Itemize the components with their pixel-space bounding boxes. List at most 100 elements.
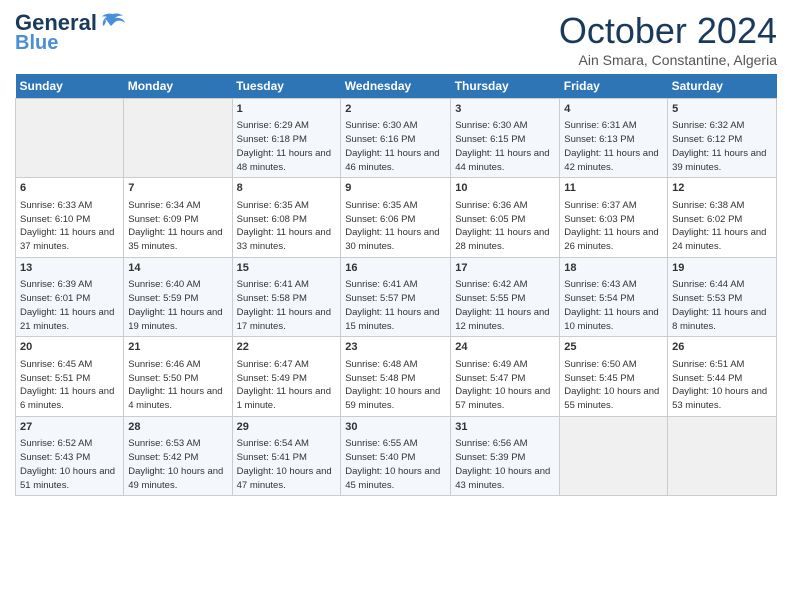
calendar-cell: 30Sunrise: 6:55 AM Sunset: 5:40 PM Dayli… [341, 416, 451, 495]
calendar-cell: 13 Sunrise: 6:39 AM Sunset: 6:01 PM Dayli… [16, 257, 124, 336]
calendar-cell: 7 Sunrise: 6:34 AM Sunset: 6:09 PM Daylig… [124, 178, 232, 257]
calendar-cell: 25 Sunrise: 6:50 AM Sunset: 5:45 PM Dayli… [560, 337, 668, 416]
day-number: 30 [345, 420, 446, 435]
day-info: Sunrise: 6:35 AM Sunset: 6:08 PM Dayligh… [237, 199, 337, 254]
day-info: Sunrise: 6:50 AM Sunset: 5:45 PM Dayligh… [564, 358, 663, 413]
calendar-cell: 18 Sunrise: 6:43 AM Sunset: 5:54 PM Dayli… [560, 257, 668, 336]
col-tuesday: Tuesday [232, 74, 341, 99]
calendar-cell: 11 Sunrise: 6:37 AM Sunset: 6:03 PM Dayli… [560, 178, 668, 257]
day-info: Sunrise: 6:32 AM Sunset: 6:12 PM Dayligh… [672, 119, 772, 174]
page-header: General Blue October 2024 Ain Smara, Con… [15, 10, 777, 68]
calendar-cell: 4Sunrise: 6:31 AM Sunset: 6:13 PM Daylig… [560, 99, 668, 178]
day-number: 5 [672, 102, 772, 117]
day-number: 21 [128, 340, 227, 355]
day-number: 7 [128, 181, 227, 196]
day-info: Sunrise: 6:41 AM Sunset: 5:58 PM Dayligh… [237, 278, 337, 333]
day-info: Sunrise: 6:46 AM Sunset: 5:50 PM Dayligh… [128, 358, 227, 413]
day-info: Sunrise: 6:34 AM Sunset: 6:09 PM Dayligh… [128, 199, 227, 254]
day-number: 24 [455, 340, 555, 355]
calendar-week-row: 13 Sunrise: 6:39 AM Sunset: 6:01 PM Dayli… [16, 257, 777, 336]
calendar-cell [16, 99, 124, 178]
day-info: Sunrise: 6:29 AM Sunset: 6:18 PM Dayligh… [237, 119, 337, 174]
day-number: 9 [345, 181, 446, 196]
day-number: 19 [672, 261, 772, 276]
day-info: Sunrise: 6:33 AM Sunset: 6:10 PM Dayligh… [20, 199, 119, 254]
calendar-cell: 10 Sunrise: 6:36 AM Sunset: 6:05 PM Dayli… [451, 178, 560, 257]
day-info: Sunrise: 6:38 AM Sunset: 6:02 PM Dayligh… [672, 199, 772, 254]
calendar-cell: 31 Sunrise: 6:56 AM Sunset: 5:39 PM Dayli… [451, 416, 560, 495]
day-info: Sunrise: 6:37 AM Sunset: 6:03 PM Dayligh… [564, 199, 663, 254]
day-number: 18 [564, 261, 663, 276]
day-number: 29 [237, 420, 337, 435]
calendar-table: Sunday Monday Tuesday Wednesday Thursday… [15, 74, 777, 496]
col-sunday: Sunday [16, 74, 124, 99]
calendar-cell: 6 Sunrise: 6:33 AM Sunset: 6:10 PM Daylig… [16, 178, 124, 257]
day-number: 14 [128, 261, 227, 276]
day-number: 16 [345, 261, 446, 276]
calendar-cell: 22Sunrise: 6:47 AM Sunset: 5:49 PM Dayli… [232, 337, 341, 416]
month-title: October 2024 [559, 10, 777, 52]
calendar-cell: 5 Sunrise: 6:32 AM Sunset: 6:12 PM Daylig… [668, 99, 777, 178]
logo: General Blue [15, 10, 127, 55]
day-info: Sunrise: 6:52 AM Sunset: 5:43 PM Dayligh… [20, 437, 119, 492]
day-info: Sunrise: 6:54 AM Sunset: 5:41 PM Dayligh… [237, 437, 337, 492]
day-number: 10 [455, 181, 555, 196]
calendar-week-row: 20Sunrise: 6:45 AM Sunset: 5:51 PM Dayli… [16, 337, 777, 416]
calendar-cell: 20Sunrise: 6:45 AM Sunset: 5:51 PM Dayli… [16, 337, 124, 416]
day-info: Sunrise: 6:53 AM Sunset: 5:42 PM Dayligh… [128, 437, 227, 492]
day-info: Sunrise: 6:39 AM Sunset: 6:01 PM Dayligh… [20, 278, 119, 333]
col-thursday: Thursday [451, 74, 560, 99]
day-number: 8 [237, 181, 337, 196]
day-number: 4 [564, 102, 663, 117]
day-info: Sunrise: 6:36 AM Sunset: 6:05 PM Dayligh… [455, 199, 555, 254]
day-number: 28 [128, 420, 227, 435]
calendar-cell: 19 Sunrise: 6:44 AM Sunset: 5:53 PM Dayli… [668, 257, 777, 336]
calendar-cell: 1 Sunrise: 6:29 AM Sunset: 6:18 PM Daylig… [232, 99, 341, 178]
day-info: Sunrise: 6:49 AM Sunset: 5:47 PM Dayligh… [455, 358, 555, 413]
day-number: 22 [237, 340, 337, 355]
col-friday: Friday [560, 74, 668, 99]
day-info: Sunrise: 6:40 AM Sunset: 5:59 PM Dayligh… [128, 278, 227, 333]
calendar-cell: 16 Sunrise: 6:41 AM Sunset: 5:57 PM Dayli… [341, 257, 451, 336]
day-number: 15 [237, 261, 337, 276]
day-number: 13 [20, 261, 119, 276]
col-saturday: Saturday [668, 74, 777, 99]
calendar-cell: 23Sunrise: 6:48 AM Sunset: 5:48 PM Dayli… [341, 337, 451, 416]
day-number: 27 [20, 420, 119, 435]
calendar-cell [560, 416, 668, 495]
day-number: 25 [564, 340, 663, 355]
day-number: 11 [564, 181, 663, 196]
page-container: General Blue October 2024 Ain Smara, Con… [0, 0, 792, 501]
day-number: 26 [672, 340, 772, 355]
calendar-cell [124, 99, 232, 178]
day-number: 12 [672, 181, 772, 196]
day-info: Sunrise: 6:30 AM Sunset: 6:15 PM Dayligh… [455, 119, 555, 174]
calendar-cell: 27 Sunrise: 6:52 AM Sunset: 5:43 PM Dayli… [16, 416, 124, 495]
day-info: Sunrise: 6:41 AM Sunset: 5:57 PM Dayligh… [345, 278, 446, 333]
day-number: 6 [20, 181, 119, 196]
calendar-cell [668, 416, 777, 495]
day-info: Sunrise: 6:43 AM Sunset: 5:54 PM Dayligh… [564, 278, 663, 333]
title-section: October 2024 Ain Smara, Constantine, Alg… [559, 10, 777, 68]
calendar-cell: 24 Sunrise: 6:49 AM Sunset: 5:47 PM Dayli… [451, 337, 560, 416]
day-number: 3 [455, 102, 555, 117]
calendar-cell: 8 Sunrise: 6:35 AM Sunset: 6:08 PM Daylig… [232, 178, 341, 257]
calendar-cell: 28 Sunrise: 6:53 AM Sunset: 5:42 PM Dayli… [124, 416, 232, 495]
day-info: Sunrise: 6:42 AM Sunset: 5:55 PM Dayligh… [455, 278, 555, 333]
day-info: Sunrise: 6:56 AM Sunset: 5:39 PM Dayligh… [455, 437, 555, 492]
calendar-cell: 3 Sunrise: 6:30 AM Sunset: 6:15 PM Daylig… [451, 99, 560, 178]
day-info: Sunrise: 6:45 AM Sunset: 5:51 PM Dayligh… [20, 358, 119, 413]
day-info: Sunrise: 6:44 AM Sunset: 5:53 PM Dayligh… [672, 278, 772, 333]
calendar-cell: 17Sunrise: 6:42 AM Sunset: 5:55 PM Dayli… [451, 257, 560, 336]
day-number: 1 [237, 102, 337, 117]
calendar-cell: 21 Sunrise: 6:46 AM Sunset: 5:50 PM Dayli… [124, 337, 232, 416]
calendar-cell: 12 Sunrise: 6:38 AM Sunset: 6:02 PM Dayli… [668, 178, 777, 257]
col-monday: Monday [124, 74, 232, 99]
day-number: 23 [345, 340, 446, 355]
calendar-cell: 26 Sunrise: 6:51 AM Sunset: 5:44 PM Dayli… [668, 337, 777, 416]
day-number: 2 [345, 102, 446, 117]
day-info: Sunrise: 6:51 AM Sunset: 5:44 PM Dayligh… [672, 358, 772, 413]
calendar-cell: 2Sunrise: 6:30 AM Sunset: 6:16 PM Daylig… [341, 99, 451, 178]
day-number: 31 [455, 420, 555, 435]
location-subtitle: Ain Smara, Constantine, Algeria [559, 52, 777, 68]
